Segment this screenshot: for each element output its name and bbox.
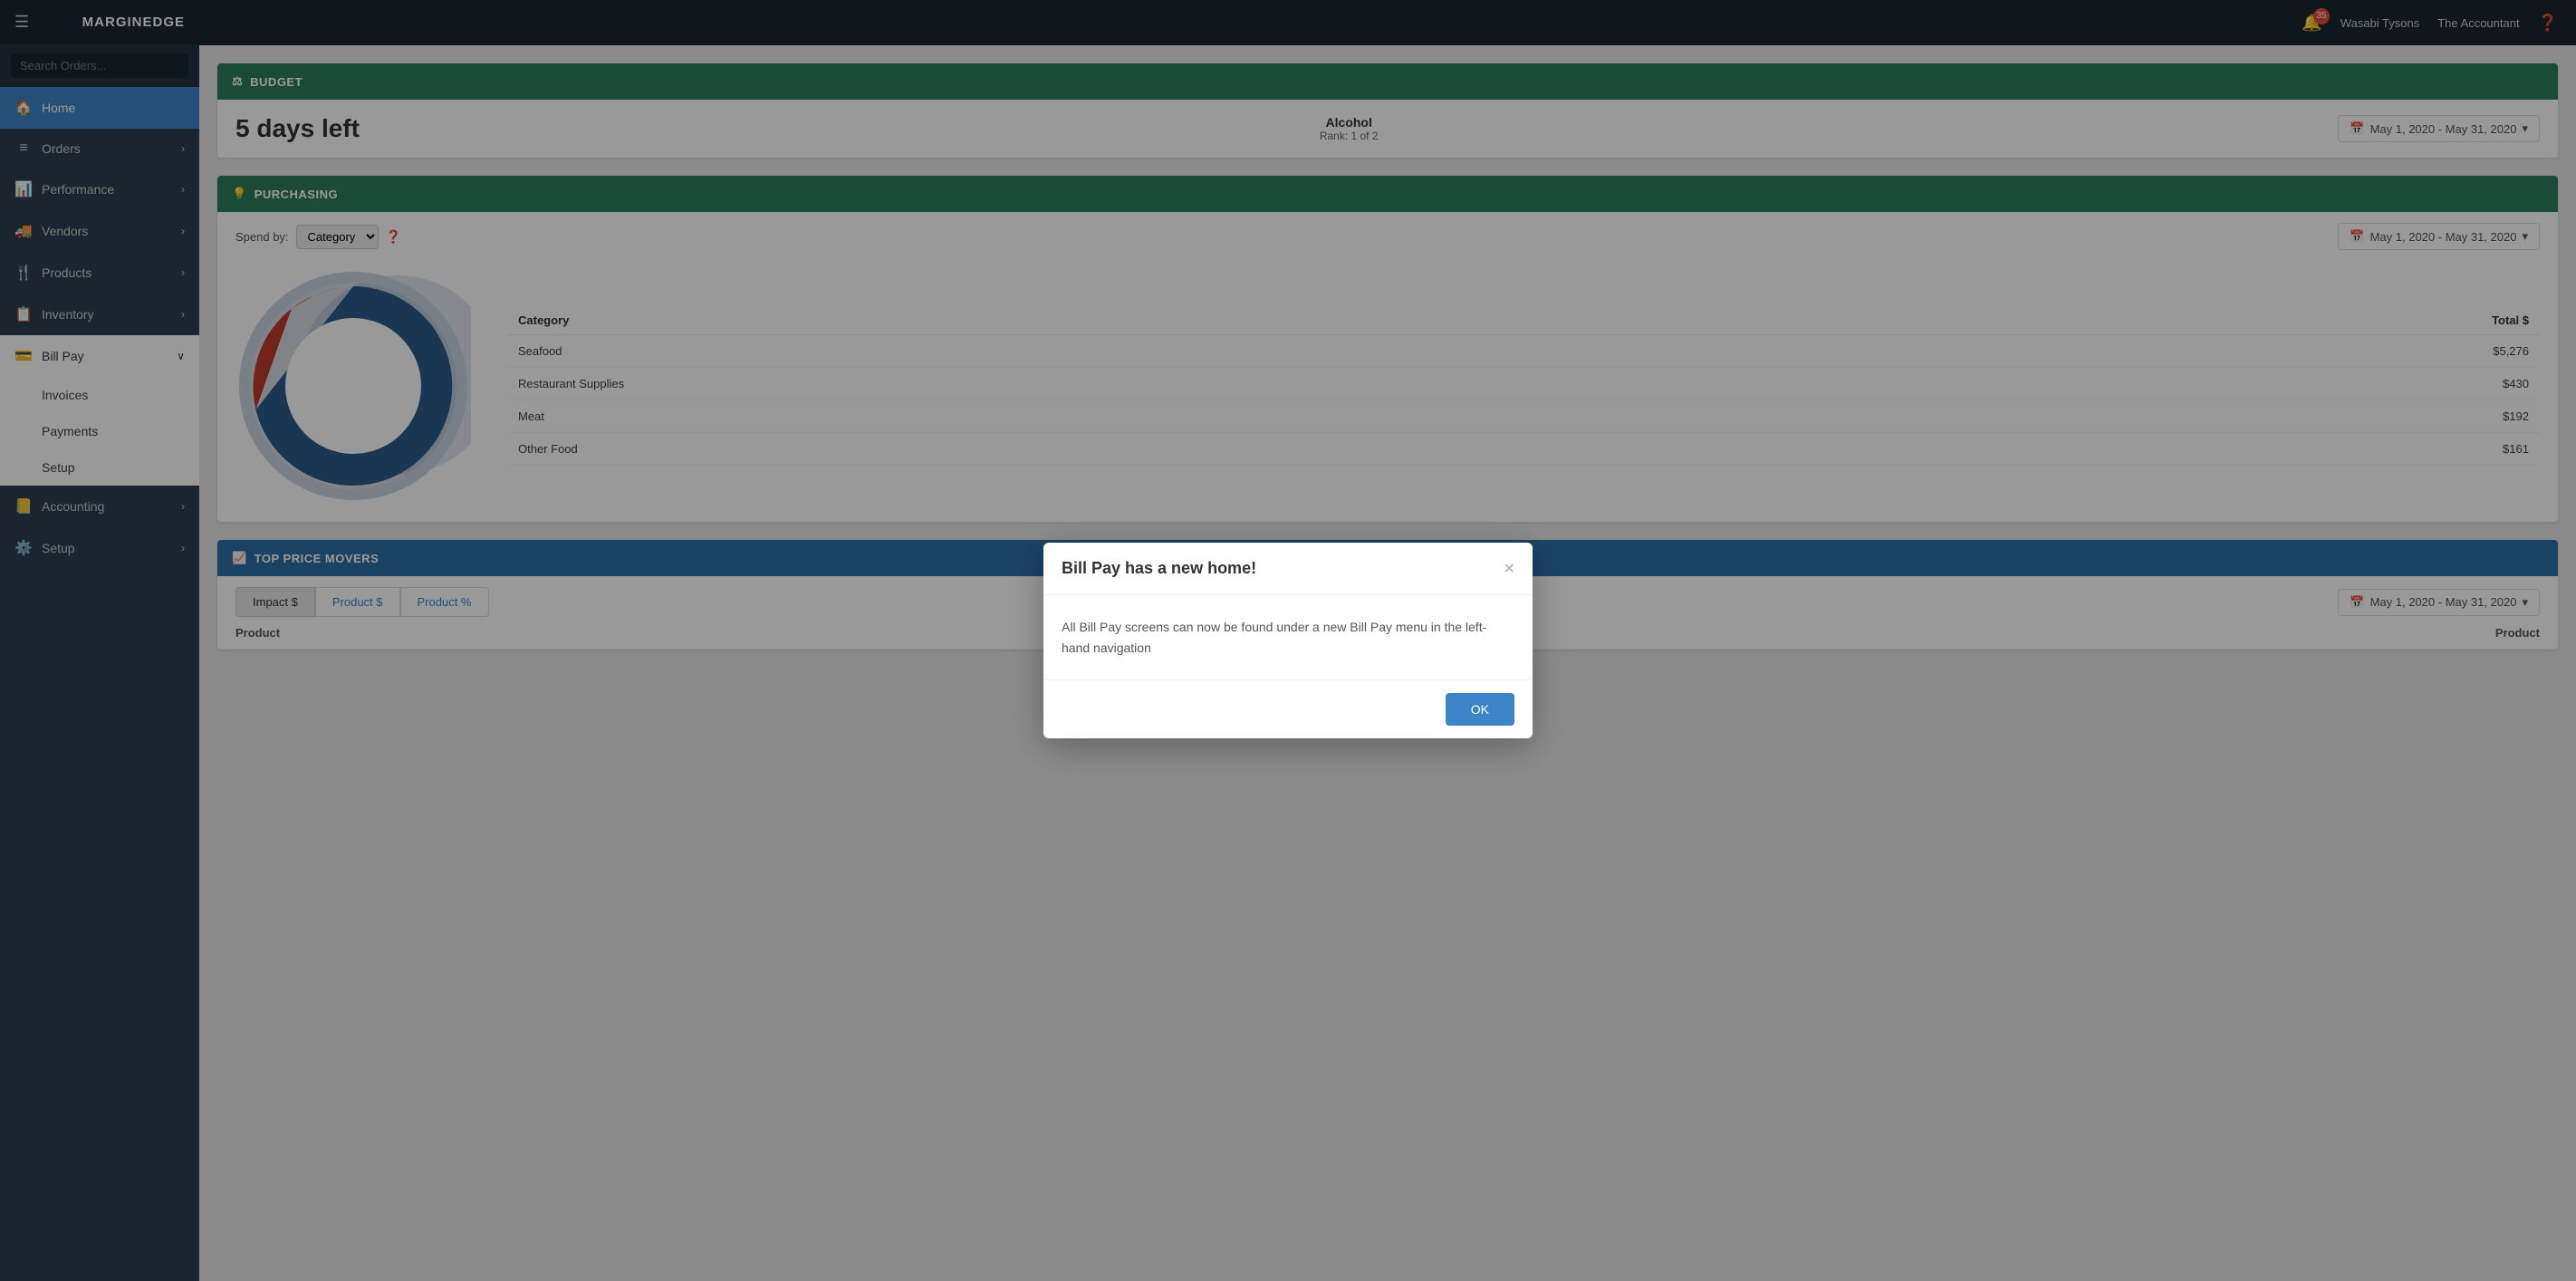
modal-ok-button[interactable]: OK bbox=[1446, 693, 1514, 726]
modal-overlay: Bill Pay has a new home! × All Bill Pay … bbox=[199, 0, 2576, 1281]
modal-footer: OK bbox=[1043, 679, 1533, 738]
modal-title: Bill Pay has a new home! bbox=[1062, 559, 1256, 578]
main-area: 🔔 35 Wasabi Tysons The Accountant ❓ ⚖ BU… bbox=[199, 0, 2576, 1281]
modal-body: All Bill Pay screens can now be found un… bbox=[1043, 595, 1533, 679]
modal-dialog: Bill Pay has a new home! × All Bill Pay … bbox=[1043, 543, 1533, 738]
modal-header: Bill Pay has a new home! × bbox=[1043, 543, 1533, 595]
modal-message: All Bill Pay screens can now be found un… bbox=[1062, 617, 1514, 658]
modal-close-button[interactable]: × bbox=[1504, 560, 1514, 578]
